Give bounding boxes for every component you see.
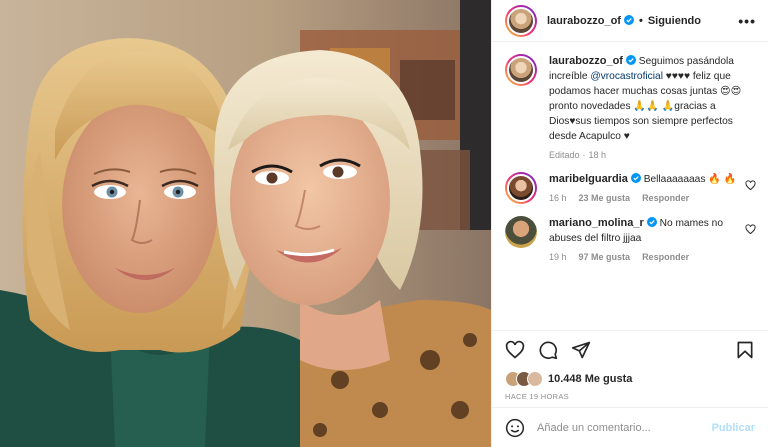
commenter-avatar[interactable] [505,216,537,248]
selfie-image [0,0,491,447]
liker-avatar [527,371,543,387]
comment-meta: 19 h 97 Me gusta Responder [549,252,738,262]
author-avatar[interactable] [505,4,537,37]
emoji-icon[interactable] [505,418,525,438]
caption-age[interactable]: 18 h [589,150,607,160]
verified-badge-icon [646,217,657,227]
caption-text: laurabozzo_of Seguimos pasándola increíb… [549,54,756,144]
post-header: laurabozzo_of • Siguiendo ••• [492,0,768,42]
verified-badge-icon [630,173,641,183]
comment-age[interactable]: 19 h [549,252,567,262]
edited-label: Editado [549,150,580,160]
comment-item: maribelguardia Bellaaaaaaas 🔥 🔥 16 h 23 M… [505,172,756,204]
verified-badge-icon [625,55,636,65]
post-photo[interactable] [0,0,491,447]
comment-text: mariano_molina_r No mames no abuses del … [549,216,738,246]
reply-button[interactable]: Responder [642,193,689,203]
following-button[interactable]: Siguiendo [648,15,701,27]
likes-count[interactable]: 10.448 Me gusta [548,373,632,385]
likes-row: 10.448 Me gusta [505,371,755,387]
commenter-avatar[interactable] [505,172,537,204]
action-icons [505,337,755,363]
author-username[interactable]: laurabozzo_of [547,15,621,27]
separator-dot: • [638,14,643,27]
commenter-username[interactable]: mariano_molina_r [549,217,644,229]
comment-input[interactable] [537,421,712,434]
verified-badge-icon [623,14,634,25]
heart-icon[interactable] [505,340,525,360]
comments-area[interactable]: laurabozzo_of Seguimos pasándola increíb… [492,42,768,329]
author-line: laurabozzo_of • Siguiendo [547,14,701,27]
post-sidebar: laurabozzo_of • Siguiendo ••• laurabozzo_o… [491,0,768,447]
caption-username[interactable]: laurabozzo_of [549,55,623,67]
comment-icon[interactable] [538,340,558,360]
liker-avatars[interactable] [505,371,543,387]
comment-likes[interactable]: 97 Me gusta [579,252,631,262]
meta-dot: · [582,150,586,160]
share-icon[interactable] [571,340,591,360]
caption-meta: Editado · 18 h [549,150,756,160]
bookmark-icon[interactable] [735,340,755,360]
comment-item: mariano_molina_r No mames no abuses del … [505,216,756,262]
comment-body: Bellaaaaaaas 🔥 🔥 [640,174,737,185]
comment-age[interactable]: 16 h [549,193,567,203]
publish-button[interactable]: Publicar [712,422,755,434]
comment-likes[interactable]: 23 Me gusta [579,193,631,203]
comment-like-heart-icon[interactable] [745,224,756,235]
action-bar: 10.448 Me gusta HACE 19 HORAS [492,330,768,401]
comment-meta: 16 h 23 Me gusta Responder [549,193,736,203]
caption-avatar[interactable] [505,54,537,86]
instagram-post: laurabozzo_of • Siguiendo ••• laurabozzo_o… [0,0,768,447]
caption-mention-link[interactable]: @vrocastroficial [590,71,663,82]
reply-button[interactable]: Responder [642,252,689,262]
comment-like-heart-icon[interactable] [745,180,756,191]
comment-composer: Publicar [492,407,768,447]
more-options-icon[interactable]: ••• [738,13,756,29]
commenter-username[interactable]: maribelguardia [549,173,628,185]
post-time[interactable]: HACE 19 HORAS [505,392,755,401]
caption: laurabozzo_of Seguimos pasándola increíb… [505,54,756,160]
comment-text: maribelguardia Bellaaaaaaas 🔥 🔥 [549,172,736,187]
